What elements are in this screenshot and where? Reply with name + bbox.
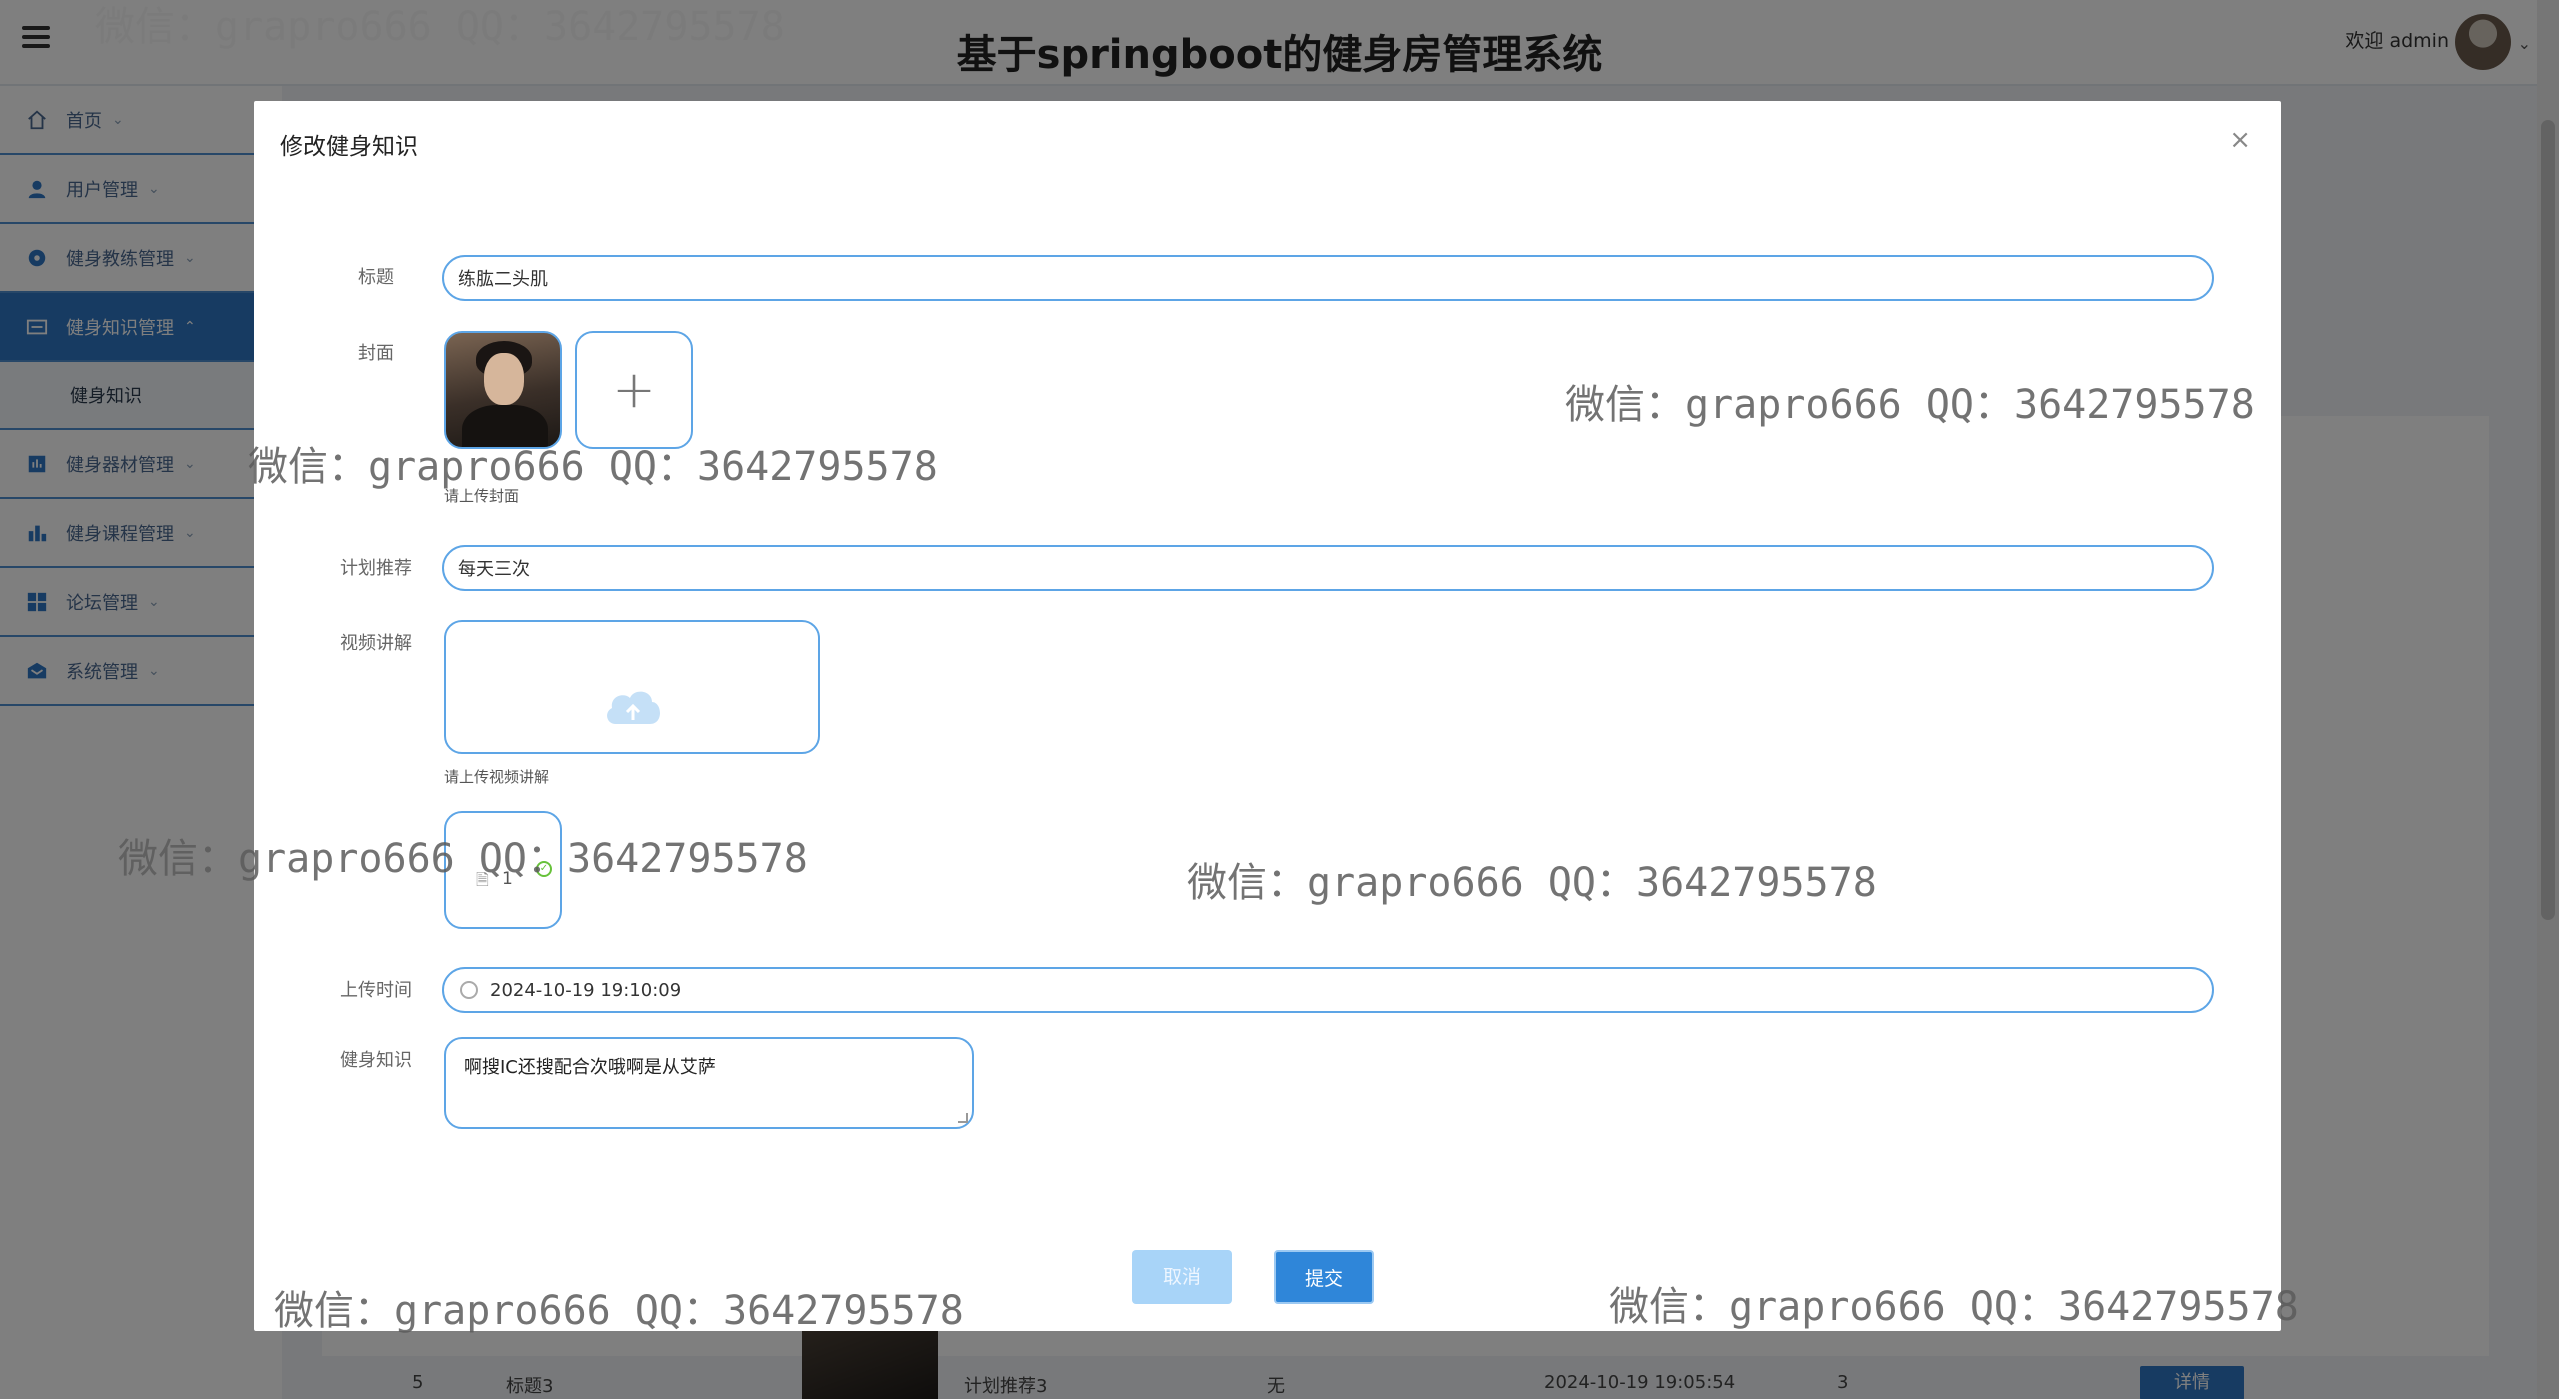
video-hint: 请上传视频讲解 — [444, 768, 550, 786]
clock-icon — [460, 981, 478, 999]
edit-knowledge-dialog: 修改健身知识 × 标题 练肱二头肌 封面 + 请上传封面 计划推荐 每天三次 视… — [254, 101, 2281, 1331]
cover-label: 封面 — [358, 343, 394, 364]
watermark: 微信：grapro666 QQ：3642795578 — [248, 444, 938, 490]
resize-handle[interactable] — [958, 1113, 968, 1123]
submit-button[interactable]: 提交 — [1274, 1250, 1374, 1304]
watermark: 微信：grapro666 QQ：3642795578 — [1187, 860, 1877, 906]
knowledge-label: 健身知识 — [340, 1050, 412, 1071]
upload-time-input[interactable]: 2024-10-19 19:10:09 — [442, 967, 2214, 1013]
cover-image[interactable] — [444, 331, 562, 449]
watermark: 微信：grapro666 QQ：3642795578 — [274, 1288, 964, 1334]
watermark: 微信：grapro666 QQ：3642795578 — [1609, 1284, 2299, 1330]
cancel-button[interactable]: 取消 — [1132, 1250, 1232, 1304]
close-icon[interactable]: × — [2229, 127, 2251, 153]
watermark: 微信：grapro666 QQ：3642795578 — [95, 4, 785, 50]
knowledge-text: 啊搜IC还搜配合次哦啊是从艾萨 — [464, 1057, 716, 1078]
cloud-upload-icon — [607, 691, 660, 724]
plus-icon: + — [612, 360, 656, 420]
plan-label: 计划推荐 — [340, 558, 412, 579]
upload-time-label: 上传时间 — [340, 980, 412, 1001]
video-label: 视频讲解 — [340, 633, 412, 654]
knowledge-textarea[interactable]: 啊搜IC还搜配合次哦啊是从艾萨 — [444, 1037, 974, 1129]
add-cover-button[interactable]: + — [575, 331, 693, 449]
watermark: 微信：grapro666 QQ：3642795578 — [1565, 382, 2255, 428]
video-upload-area[interactable] — [444, 620, 820, 754]
title-input[interactable]: 练肱二头肌 — [442, 255, 2214, 301]
title-label: 标题 — [358, 267, 394, 288]
plan-input[interactable]: 每天三次 — [442, 545, 2214, 591]
dialog-title: 修改健身知识 — [280, 134, 418, 160]
watermark: 微信：grapro666 QQ：3642795578 — [118, 836, 808, 882]
upload-time-value: 2024-10-19 19:10:09 — [490, 979, 682, 1001]
